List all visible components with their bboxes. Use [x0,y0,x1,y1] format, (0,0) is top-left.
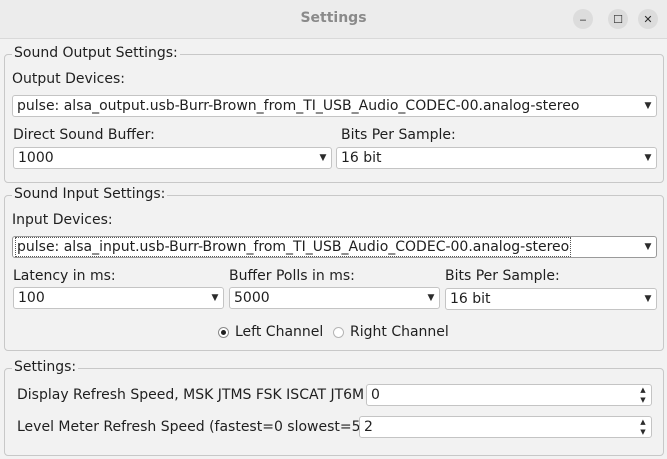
display-refresh-speed-spinbox[interactable]: 0 ▲ ▼ [366,384,652,406]
output-device-value: pulse: alsa_output.usb-Burr-Brown_from_T… [17,98,580,114]
maximize-button[interactable]: ☐ [608,9,628,29]
chevron-down-icon: ▼ [427,293,435,303]
right-channel-label: Right Channel [350,324,449,340]
input-bits-per-sample-value: 16 bit [450,291,491,307]
chevron-down-icon: ▼ [644,153,652,163]
direct-sound-buffer-label: Direct Sound Buffer: [13,127,155,143]
latency-label: Latency in ms: [13,268,116,284]
sound-output-group-title: Sound Output Settings: [12,45,180,61]
input-device-value: pulse: alsa_input.usb-Burr-Brown_from_TI… [14,237,572,257]
title-bar: Settings ‒ ☐ ✕ [0,0,667,39]
close-button[interactable]: ✕ [638,9,658,29]
maximize-icon: ☐ [613,12,623,26]
close-icon: ✕ [643,12,653,26]
chevron-down-icon: ▼ [644,101,652,111]
sound-input-group-title: Sound Input Settings: [12,186,168,202]
input-bits-per-sample-label: Bits Per Sample: [445,268,560,284]
buffer-polls-select[interactable]: 5000 ▼ [229,287,440,309]
level-meter-refresh-speed-spinbox[interactable]: 2 ▲ ▼ [359,416,652,438]
chevron-down-icon: ▼ [644,294,652,304]
output-bits-per-sample-value: 16 bit [341,150,382,166]
level-meter-refresh-speed-value: 2 [364,419,373,435]
output-device-select[interactable]: pulse: alsa_output.usb-Burr-Brown_from_T… [12,95,657,117]
settings-group-title: Settings: [12,359,79,375]
chevron-down-icon: ▼ [319,153,327,163]
chevron-down-icon: ▼ [644,242,652,252]
spin-down-icon[interactable]: ▼ [635,395,651,405]
minimize-icon: ‒ [579,12,587,26]
input-device-select[interactable]: pulse: alsa_input.usb-Burr-Brown_from_TI… [12,236,657,258]
chevron-down-icon: ▼ [211,293,219,303]
latency-value: 100 [18,290,45,306]
display-refresh-speed-label: Display Refresh Speed, MSK JTMS FSK ISCA… [17,387,374,403]
minimize-button[interactable]: ‒ [573,9,593,29]
buffer-polls-label: Buffer Polls in ms: [229,268,355,284]
output-devices-label: Output Devices: [12,71,125,87]
latency-select[interactable]: 100 ▼ [13,287,224,309]
input-bits-per-sample-select[interactable]: 16 bit ▼ [445,288,657,310]
direct-sound-buffer-value: 1000 [18,150,54,166]
right-channel-radio[interactable]: Right Channel [333,324,449,340]
direct-sound-buffer-select[interactable]: 1000 ▼ [13,147,332,169]
settings-group [4,368,664,456]
output-bits-per-sample-label: Bits Per Sample: [341,127,456,143]
display-refresh-speed-value: 0 [371,387,380,403]
spin-up-icon[interactable]: ▲ [635,385,651,395]
buffer-polls-value: 5000 [234,290,270,306]
input-devices-label: Input Devices: [12,212,113,228]
spin-down-icon[interactable]: ▼ [635,427,651,437]
spin-up-icon[interactable]: ▲ [635,417,651,427]
left-channel-label: Left Channel [235,324,324,340]
output-bits-per-sample-select[interactable]: 16 bit ▼ [336,147,657,169]
level-meter-refresh-speed-label: Level Meter Refresh Speed (fastest=0 slo… [17,419,376,435]
window-title: Settings [300,10,367,26]
radio-unselected-icon [333,326,344,338]
radio-selected-icon [218,326,229,338]
left-channel-radio[interactable]: Left Channel [218,324,323,340]
